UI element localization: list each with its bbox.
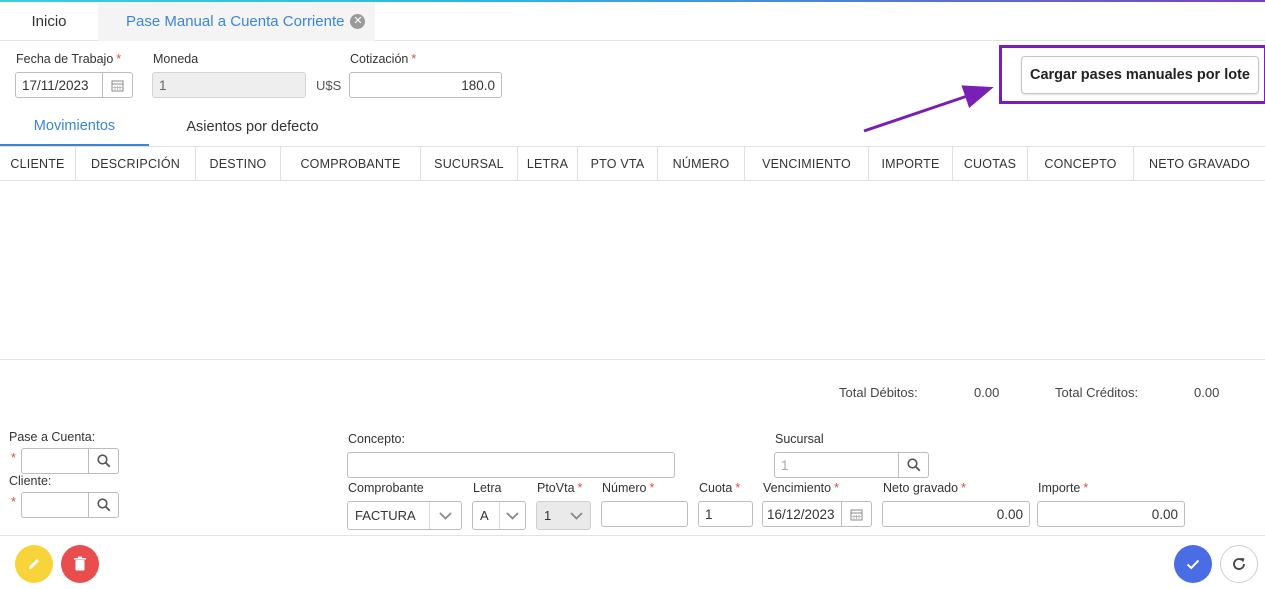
fecha-input[interactable]: 17/11/2023 (15, 72, 103, 98)
tab-inicio[interactable]: Inicio (0, 2, 98, 40)
check-icon (1186, 559, 1200, 570)
close-icon[interactable]: ✕ (350, 14, 366, 29)
tab-movimientos[interactable]: Movimientos (0, 108, 149, 146)
vencimiento-label: Vencimiento * (763, 481, 839, 495)
refresh-button[interactable] (1220, 545, 1258, 583)
col-cliente[interactable]: CLIENTE (0, 147, 76, 181)
pencil-icon (29, 559, 39, 569)
tab-pase-manual[interactable]: Pase Manual a Cuenta Corriente ✕ (98, 2, 375, 41)
col-numero[interactable]: NÚMERO (658, 147, 745, 181)
total-debitos-value: 0.00 (974, 385, 1000, 400)
confirm-button[interactable] (1174, 545, 1212, 583)
col-comprobante[interactable]: COMPROBANTE (281, 147, 421, 181)
pase-search-button[interactable] (88, 448, 119, 474)
cliente-search-button[interactable] (88, 492, 119, 518)
ptovta-label: PtoVta * (537, 481, 583, 495)
neto-gravado-label: Neto gravado * (883, 481, 966, 495)
col-descripcion[interactable]: DESCRIPCIÓN (76, 147, 196, 181)
cuota-label: Cuota * (699, 481, 741, 495)
comprobante-select[interactable]: FACTURA (347, 501, 462, 530)
sucursal-input[interactable]: 1 (774, 452, 899, 478)
cotizacion-input[interactable]: 180.0 (349, 72, 502, 98)
tab-bar: Inicio Pase Manual a Cuenta Corriente ✕ (0, 2, 1265, 41)
moneda-symbol: U$S (316, 78, 342, 93)
letra-select[interactable]: A (472, 501, 526, 530)
search-icon (96, 498, 110, 512)
moneda-label: Moneda (153, 52, 199, 66)
calendar-icon (111, 80, 124, 91)
search-icon (906, 458, 920, 472)
calendar-button[interactable] (102, 72, 133, 98)
sucursal-label: Sucursal (775, 432, 824, 446)
concepto-label: Concepto: (348, 432, 405, 446)
col-destino[interactable]: DESTINO (196, 147, 281, 181)
tab-inicio-label: Inicio (31, 12, 67, 30)
cliente-required-mark: * (11, 495, 16, 509)
cuota-input[interactable]: 1 (698, 501, 753, 527)
importe-input[interactable]: 0.00 (1037, 501, 1185, 527)
calendar-icon (850, 509, 863, 520)
footer-divider (0, 535, 1265, 536)
col-importe[interactable]: IMPORTE (869, 147, 953, 181)
chevron-down-icon (429, 502, 461, 529)
vencimiento-input[interactable]: 16/12/2023 (762, 501, 842, 527)
total-creditos-label: Total Créditos: (1055, 385, 1139, 400)
edit-button[interactable] (15, 545, 53, 583)
moneda-input: 1 (152, 72, 306, 98)
table-bottom-border (0, 359, 1265, 360)
col-ptovta[interactable]: PTO VTA (578, 147, 658, 181)
cliente-label: Cliente: (9, 474, 52, 488)
search-icon (96, 454, 110, 468)
col-letra[interactable]: LETRA (518, 147, 578, 181)
col-sucursal[interactable]: SUCURSAL (421, 147, 518, 181)
cotizacion-label: Cotización * (350, 52, 417, 66)
sucursal-search-button[interactable] (898, 452, 929, 478)
cliente-input[interactable] (21, 492, 89, 518)
tab-pase-manual-label: Pase Manual a Cuenta Corriente (126, 13, 345, 30)
fecha-label: Fecha de Trabajo * (16, 52, 122, 66)
pase-required-mark: * (11, 451, 16, 465)
col-vencimiento[interactable]: VENCIMIENTO (745, 147, 869, 181)
col-neto-gravado[interactable]: NETO GRAVADO (1134, 147, 1265, 181)
refresh-icon (1233, 557, 1245, 570)
neto-gravado-input[interactable]: 0.00 (882, 501, 1030, 527)
numero-label: Número * (602, 481, 655, 495)
numero-input[interactable] (601, 501, 688, 527)
letra-label: Letra (473, 481, 502, 495)
ptovta-select: 1 (536, 501, 591, 530)
concepto-input[interactable] (347, 452, 675, 478)
trash-icon (74, 556, 86, 571)
delete-button[interactable] (61, 545, 99, 583)
chevron-down-icon (499, 502, 525, 529)
cargar-lote-button[interactable]: Cargar pases manuales por lote (1021, 56, 1259, 94)
pase-cuenta-label: Pase a Cuenta: (9, 430, 96, 444)
table-header: CLIENTE DESCRIPCIÓN DESTINO COMPROBANTE … (0, 147, 1265, 181)
chevron-down-icon (562, 502, 590, 529)
col-cuotas[interactable]: CUOTAS (953, 147, 1028, 181)
col-concepto[interactable]: CONCEPTO (1028, 147, 1134, 181)
total-creditos-value: 0.00 (1194, 385, 1220, 400)
pase-cuenta-input[interactable] (21, 448, 89, 474)
comprobante-label: Comprobante (348, 481, 424, 495)
vencimiento-calendar-button[interactable] (841, 501, 872, 527)
importe-label: Importe * (1038, 481, 1089, 495)
total-debitos-label: Total Débitos: (839, 385, 918, 400)
tab-asientos[interactable]: Asientos por defecto (155, 108, 350, 146)
